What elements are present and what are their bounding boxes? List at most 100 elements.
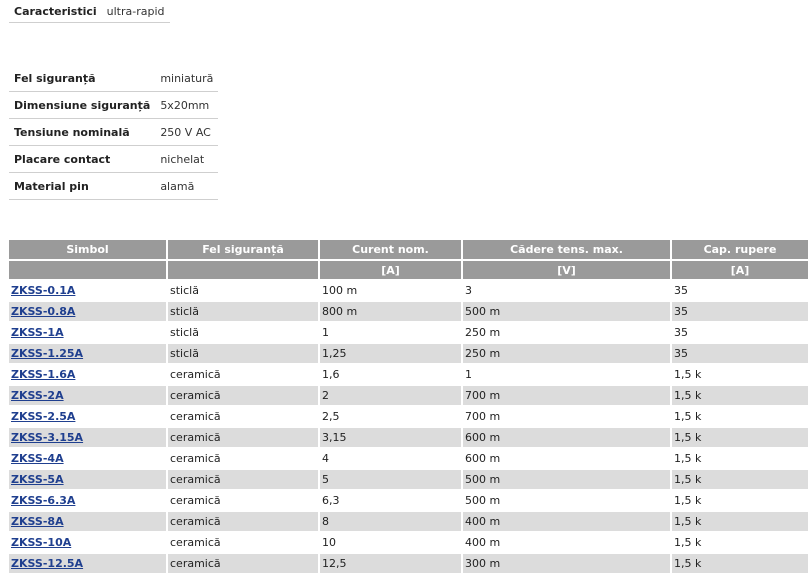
products-body: ZKSS-0.1A sticlă 100 m 3 35 ZKSS-0.8A sticlă 80… — [9, 280, 808, 575]
cell-rated-current: 12,5 — [319, 553, 463, 575]
cell-breaking-capacity: 1,5 k — [671, 532, 808, 554]
product-link[interactable]: ZKSS-4A — [11, 452, 64, 465]
cell-breaking-capacity: 1,5 k — [671, 427, 808, 449]
cell-fuse-type: ceramică — [167, 385, 320, 407]
unit-fuse-type — [167, 260, 320, 281]
spec-value: alamă — [155, 172, 219, 200]
cell-breaking-capacity: 1,5 k — [671, 469, 808, 491]
cell-voltage-drop: 400 m — [462, 532, 672, 554]
col-header-breaking-capacity[interactable]: Cap. rupere — [671, 240, 808, 261]
cell-voltage-drop: 400 m — [462, 511, 672, 533]
col-header-symbol[interactable]: Simbol — [9, 240, 168, 261]
product-link[interactable]: ZKSS-12.5A — [11, 557, 83, 570]
cell-fuse-type: ceramică — [167, 469, 320, 491]
cell-rated-current: 2 — [319, 385, 463, 407]
cell-fuse-type: sticlă — [167, 301, 320, 323]
cell-fuse-type: ceramică — [167, 511, 320, 533]
cell-rated-current: 2,5 — [319, 406, 463, 428]
product-link[interactable]: ZKSS-2.5A — [11, 410, 75, 423]
cell-breaking-capacity: 1,5 k — [671, 511, 808, 533]
cell-breaking-capacity: 35 — [671, 301, 808, 323]
table-row: ZKSS-3.15A ceramică 3,15 600 m 1,5 k — [9, 427, 808, 449]
cell-voltage-drop: 600 m — [462, 427, 672, 449]
cell-breaking-capacity: 35 — [671, 280, 808, 302]
product-link[interactable]: ZKSS-0.1A — [11, 284, 75, 297]
spec-row-rated-voltage: Tensiune nominală 250 V AC — [9, 118, 219, 146]
cell-symbol: ZKSS-3.15A — [9, 427, 168, 449]
spec-row-pin-material: Material pin alamă — [9, 172, 219, 200]
cell-symbol: ZKSS-2A — [9, 385, 168, 407]
characteristics-table: Caracteristici ultra-rapid — [9, 0, 170, 23]
unit-rated-current: [A] — [319, 260, 463, 281]
spec-value: 5x20mm — [155, 91, 219, 119]
cell-breaking-capacity: 1,5 k — [671, 448, 808, 470]
product-link[interactable]: ZKSS-1.6A — [11, 368, 75, 381]
product-link[interactable]: ZKSS-1A — [11, 326, 64, 339]
unit-symbol — [9, 260, 168, 281]
cell-symbol: ZKSS-1.25A — [9, 343, 168, 365]
cell-rated-current: 6,3 — [319, 490, 463, 512]
cell-symbol: ZKSS-5A — [9, 469, 168, 491]
cell-fuse-type: ceramică — [167, 553, 320, 575]
cell-voltage-drop: 3 — [462, 280, 672, 302]
header-row: Simbol Fel siguranță Curent nom. Cădere … — [9, 240, 808, 261]
cell-voltage-drop: 600 m — [462, 448, 672, 470]
product-link[interactable]: ZKSS-8A — [11, 515, 64, 528]
spec-value: 250 V AC — [155, 118, 219, 146]
table-row: ZKSS-1.6A ceramică 1,6 1 1,5 k — [9, 364, 808, 386]
cell-symbol: ZKSS-10A — [9, 532, 168, 554]
cell-rated-current: 800 m — [319, 301, 463, 323]
product-link[interactable]: ZKSS-5A — [11, 473, 64, 486]
cell-fuse-type: ceramică — [167, 532, 320, 554]
table-row: ZKSS-0.1A sticlă 100 m 3 35 — [9, 280, 808, 302]
cell-symbol: ZKSS-12.5A — [9, 553, 168, 575]
cell-voltage-drop: 700 m — [462, 406, 672, 428]
spec-row-fuse-size: Dimensiune siguranță 5x20mm — [9, 91, 219, 119]
cell-fuse-type: sticlă — [167, 343, 320, 365]
table-row: ZKSS-4A ceramică 4 600 m 1,5 k — [9, 448, 808, 470]
cell-voltage-drop: 500 m — [462, 490, 672, 512]
cell-breaking-capacity: 1,5 k — [671, 364, 808, 386]
product-link[interactable]: ZKSS-3.15A — [11, 431, 83, 444]
cell-fuse-type: sticlă — [167, 280, 320, 302]
table-row: ZKSS-12.5A ceramică 12,5 300 m 1,5 k — [9, 553, 808, 575]
table-row: ZKSS-8A ceramică 8 400 m 1,5 k — [9, 511, 808, 533]
spec-label: Material pin — [9, 172, 156, 200]
table-row: ZKSS-1A sticlă 1 250 m 35 — [9, 322, 808, 344]
table-row: ZKSS-2.5A ceramică 2,5 700 m 1,5 k — [9, 406, 808, 428]
cell-breaking-capacity: 1,5 k — [671, 553, 808, 575]
spec-label: Dimensiune siguranță — [9, 91, 156, 119]
cell-rated-current: 8 — [319, 511, 463, 533]
cell-fuse-type: ceramică — [167, 448, 320, 470]
cell-breaking-capacity: 35 — [671, 343, 808, 365]
spec-label: Placare contact — [9, 145, 156, 173]
cell-voltage-drop: 1 — [462, 364, 672, 386]
cell-breaking-capacity: 1,5 k — [671, 385, 808, 407]
unit-voltage-drop: [V] — [462, 260, 672, 281]
characteristics-row: Caracteristici ultra-rapid — [9, 0, 170, 23]
cell-rated-current: 1 — [319, 322, 463, 344]
cell-symbol: ZKSS-8A — [9, 511, 168, 533]
cell-fuse-type: sticlă — [167, 322, 320, 344]
cell-fuse-type: ceramică — [167, 406, 320, 428]
cell-symbol: ZKSS-4A — [9, 448, 168, 470]
product-link[interactable]: ZKSS-0.8A — [11, 305, 75, 318]
cell-rated-current: 1,6 — [319, 364, 463, 386]
cell-breaking-capacity: 35 — [671, 322, 808, 344]
cell-voltage-drop: 700 m — [462, 385, 672, 407]
spec-value: nichelat — [155, 145, 219, 173]
product-link[interactable]: ZKSS-2A — [11, 389, 64, 402]
col-header-voltage-drop[interactable]: Cădere tens. max. — [462, 240, 672, 261]
products-table: Simbol Fel siguranță Curent nom. Cădere … — [9, 240, 808, 575]
cell-voltage-drop: 300 m — [462, 553, 672, 575]
product-link[interactable]: ZKSS-10A — [11, 536, 71, 549]
table-row: ZKSS-1.25A sticlă 1,25 250 m 35 — [9, 343, 808, 365]
cell-fuse-type: ceramică — [167, 490, 320, 512]
cell-voltage-drop: 250 m — [462, 343, 672, 365]
cell-voltage-drop: 250 m — [462, 322, 672, 344]
spec-label: Fel siguranță — [9, 65, 156, 92]
col-header-fuse-type[interactable]: Fel siguranță — [167, 240, 320, 261]
product-link[interactable]: ZKSS-6.3A — [11, 494, 75, 507]
product-link[interactable]: ZKSS-1.25A — [11, 347, 83, 360]
col-header-rated-current[interactable]: Curent nom. — [319, 240, 463, 261]
